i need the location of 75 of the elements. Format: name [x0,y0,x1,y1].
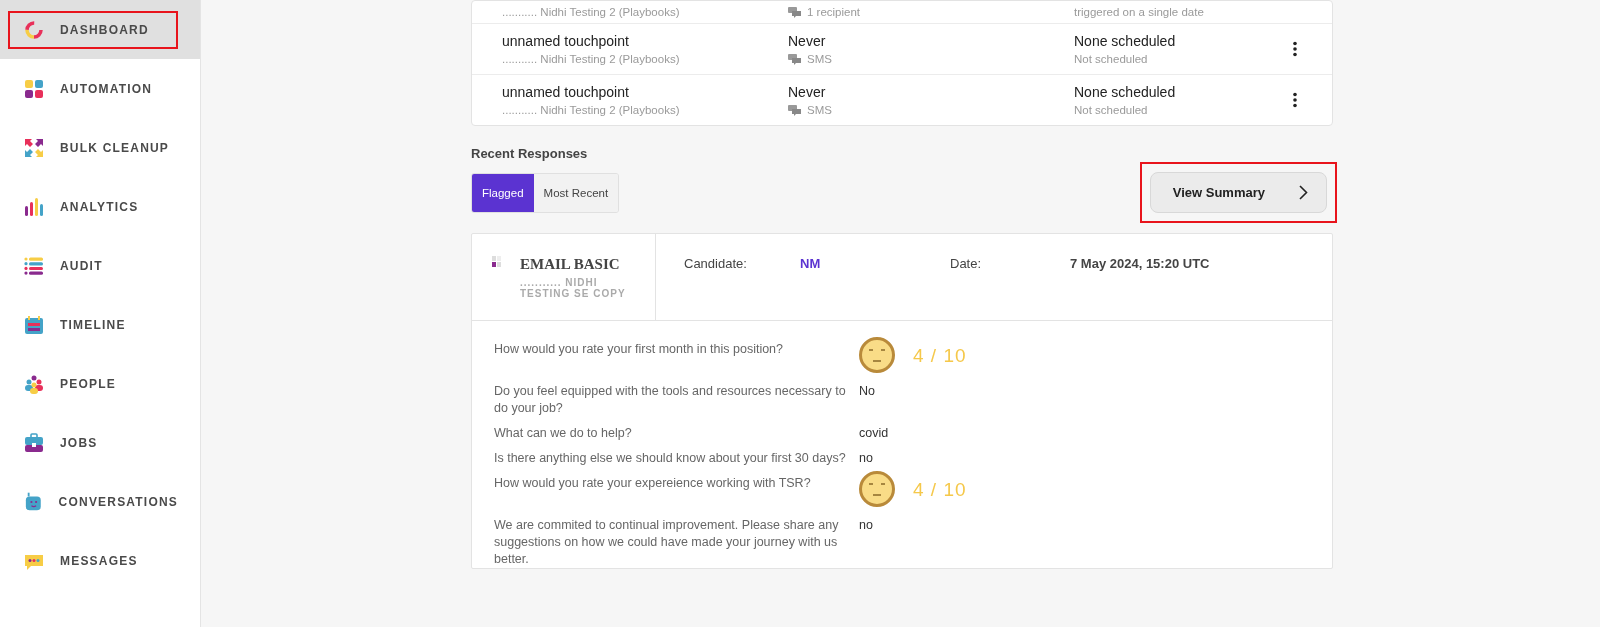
nav-label: ANALYTICS [60,199,139,214]
calendar-icon [24,314,44,335]
schedule-note: Not scheduled [1074,53,1149,65]
candidate-label: Candidate: [684,256,748,273]
nav-item[interactable]: ANALYTICS [0,177,200,236]
nav-item[interactable]: PEOPLE [0,354,200,413]
filter-tab[interactable]: Most Recent [533,174,619,212]
chevron-right-icon [1299,185,1308,200]
channel-text: SMS [788,53,1074,65]
schedule-note: triggered on a single date [1074,6,1205,18]
donut-icon [24,19,44,40]
touchpoint-source: ........... Nidhi Testing 2 (Playbooks) [502,6,681,18]
answer-text: No [859,383,876,400]
people-icon [24,373,44,394]
section-title: Recent Responses [471,146,589,161]
survey-source: ........... NIDHI TESTING SE COPY [520,277,627,299]
last-sent: Never [788,84,827,100]
date-label: Date: [950,256,983,273]
question-text: Do you feel equipped with the tools and resources necessary to do your job? [494,383,847,417]
chat-bubbles-icon [788,104,801,116]
nav-item[interactable]: CONVERSATIONS [0,472,200,531]
question-text: Is there anything else we should know about your first 30 days? [494,450,847,467]
channel-text: 1 recipient [788,6,1074,18]
nav-label: PEOPLE [60,376,116,391]
nav-label: AUTOMATION [60,81,153,96]
chat-bubbles-icon [788,6,801,18]
more-menu-icon[interactable] [1292,92,1298,108]
nav-item[interactable]: JOBS [0,413,200,472]
robot-icon [24,491,43,512]
nav-item[interactable]: BULK CLEANUP [0,118,200,177]
touchpoint-name: unnamed touchpoint [502,33,630,49]
nav-label: DASHBOARD [60,22,149,37]
nav-label: MESSAGES [60,553,138,568]
schedule-note: Not scheduled [1074,104,1149,116]
filter-tab[interactable]: Flagged [472,174,534,212]
nav-label: CONVERSATIONS [58,494,178,509]
nav-item[interactable]: AUDIT [0,236,200,295]
neutral-face-icon [859,337,895,373]
question-text: How would you rate your expereience working with TSR? [494,475,812,492]
rating-score: 4 / 10 [913,480,967,498]
candidate-initials: NM [800,256,822,273]
view-summary-button[interactable]: View Summary [1149,172,1327,213]
nav-item[interactable]: MESSAGES [0,531,200,590]
chat-bubbles-icon [788,53,801,65]
question-text: What can we do to help? [494,425,633,442]
nav-item[interactable]: AUTOMATION [0,59,200,118]
answer-text: no [859,450,874,467]
schedule-text: None scheduled [1074,84,1177,100]
touchpoint-source: ........... Nidhi Testing 2 (Playbooks) [502,53,681,65]
arrows-icon [24,137,44,158]
nav-label: JOBS [60,435,98,450]
channel-text: SMS [788,104,1074,116]
response-date: 7 May 2024, 15:20 UTC [1070,256,1210,273]
question-text: We are commited to continual improvement. Please share any suggestions on how we could have made your journey with us better. [494,517,840,568]
last-sent: Never [788,33,827,49]
tiles-icon [24,78,44,99]
survey-icon [492,256,502,268]
touchpoint-name: unnamed touchpoint [502,84,630,100]
question-text: How would you rate your first month in this position? [494,341,785,358]
nav-label: AUDIT [60,258,103,273]
answer-text: covid [859,425,890,442]
touchpoint-source: ........... Nidhi Testing 2 (Playbooks) [502,104,681,116]
briefcase-icon [24,432,44,453]
nav-label: TIMELINE [60,317,126,332]
list-icon [24,255,44,276]
rating-score: 4 / 10 [913,346,967,364]
neutral-face-icon [859,471,895,507]
nav-label: BULK CLEANUP [60,140,170,155]
survey-name: EMAIL BASIC [520,256,621,273]
nav-item[interactable]: TIMELINE [0,295,200,354]
nav-item[interactable]: DASHBOARD [0,0,200,59]
answer-text: no [859,517,874,534]
schedule-text: None scheduled [1074,33,1177,49]
more-menu-icon[interactable] [1292,41,1298,57]
bar-chart-icon [24,196,44,217]
